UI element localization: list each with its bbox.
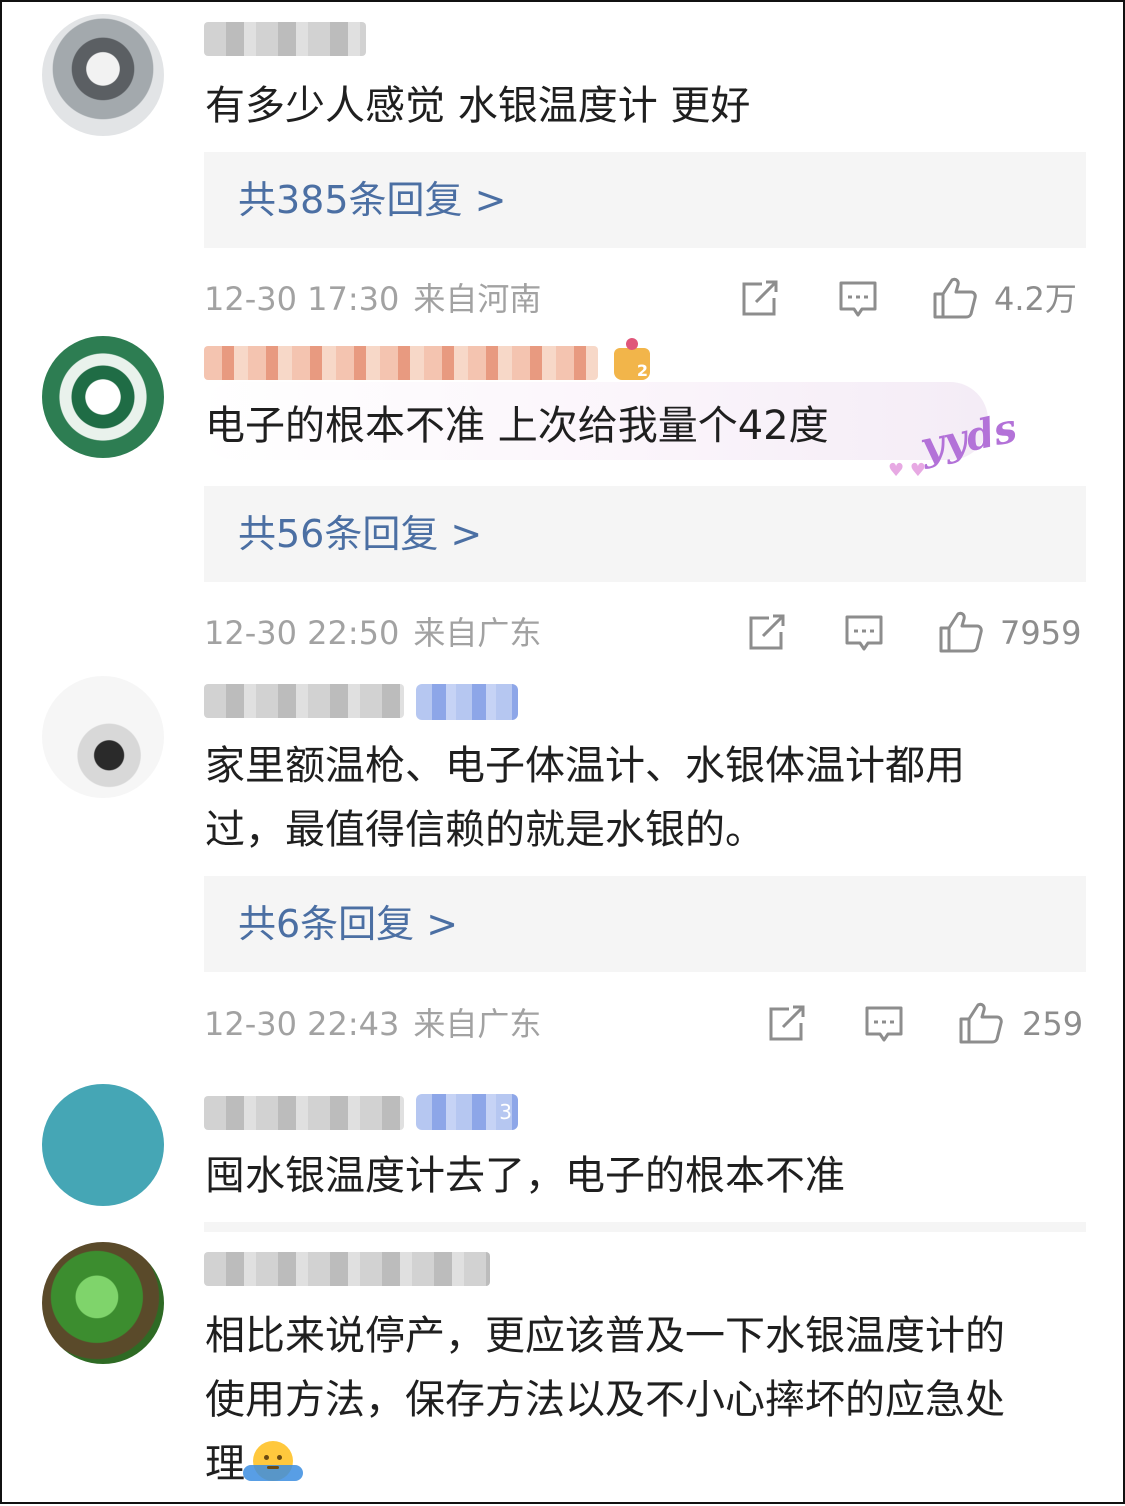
comment-location: 来自广东 <box>413 1005 542 1043</box>
shrug-emoji-icon <box>243 1441 303 1481</box>
username-redacted[interactable] <box>204 1096 404 1130</box>
comment-date: 12-30 22:43 <box>204 1005 400 1043</box>
comment-card: 有多少人感觉 水银温度计 更好 共385条回复 > 12-30 17:30 来自河… <box>0 0 1125 334</box>
view-replies-link[interactable]: 共385条回复 > <box>238 152 506 248</box>
comment-text: 电子的根本不准 上次给我量个42度 <box>205 403 829 449</box>
view-replies-link[interactable]: 共56条回复 > <box>238 486 482 582</box>
avatar[interactable] <box>42 1084 164 1206</box>
comment-list: 有多少人感觉 水银温度计 更好 共385条回复 > 12-30 17:30 来自河… <box>0 0 1125 1506</box>
comment-meta: 12-30 22:50 来自广东 <box>204 613 541 653</box>
avatar[interactable] <box>42 336 164 458</box>
comment-card: 相比来说停产，更应该普及一下水银温度计的 使用方法，保存方法以及不小心摔坏的应急… <box>0 1232 1125 1504</box>
comment-card: 家里额温枪、电子体温计、水银体温计都用 过，最值得信赖的就是水银的。 共6条回复… <box>0 664 1125 1060</box>
replies-box[interactable]: 共385条回复 > <box>204 152 1086 248</box>
thumbs-up-icon[interactable] <box>938 610 984 654</box>
like-count: 259 <box>1022 1005 1084 1043</box>
view-replies-link[interactable]: 共6条回复 > <box>238 876 458 972</box>
comment-date: 12-30 17:30 <box>204 280 400 318</box>
like-count: 7959 <box>1000 614 1082 652</box>
avatar[interactable] <box>42 1242 164 1364</box>
share-icon[interactable] <box>747 614 787 652</box>
comment-card: 3 囤水银温度计去了，电子的根本不准 <box>0 1058 1125 1234</box>
share-icon[interactable] <box>767 1005 807 1043</box>
share-icon[interactable] <box>740 280 780 318</box>
avatar[interactable] <box>42 14 164 136</box>
comment-card: 2 电子的根本不准 上次给我量个42度 yyds ♥ ♥ 共56条回复 > 12… <box>0 332 1125 666</box>
username-redacted[interactable] <box>204 22 366 56</box>
username-redacted[interactable] <box>204 346 598 380</box>
comment-meta: 12-30 22:43 来自广东 <box>204 1004 541 1044</box>
comment-date: 12-30 22:50 <box>204 614 400 652</box>
like-count: 4.2万 <box>994 280 1077 318</box>
fan-crown-badge: 2 <box>614 338 650 380</box>
thumbs-up-icon[interactable] <box>932 276 978 320</box>
member-badge: 3 <box>416 1094 518 1130</box>
thumbs-up-icon[interactable] <box>958 1001 1004 1045</box>
member-badge <box>416 684 518 720</box>
comment-location: 来自河南 <box>413 280 542 318</box>
comment-meta: 12-30 17:30 来自河南 <box>204 279 541 319</box>
comment-text: 家里额温枪、电子体温计、水银体温计都用 过，最值得信赖的就是水银的。 <box>205 743 965 853</box>
comment-text: 相比来说停产，更应该普及一下水银温度计的 使用方法，保存方法以及不小心摔坏的应急… <box>205 1313 1005 1487</box>
username-redacted[interactable] <box>204 1252 490 1286</box>
replies-box[interactable]: 共6条回复 > <box>204 876 1086 972</box>
avatar[interactable] <box>42 676 164 798</box>
heart-decoration-icon: ♥ ♥ <box>888 460 926 481</box>
comment-icon[interactable] <box>864 1005 904 1045</box>
comment-location: 来自广东 <box>413 614 542 652</box>
comment-icon[interactable] <box>838 280 878 320</box>
replies-box[interactable]: 共56条回复 > <box>204 486 1086 582</box>
comment-icon[interactable] <box>844 614 884 654</box>
comment-text: 有多少人感觉 水银温度计 更好 <box>205 83 751 129</box>
username-redacted[interactable] <box>204 684 404 718</box>
comment-text: 囤水银温度计去了，电子的根本不准 <box>205 1153 845 1199</box>
